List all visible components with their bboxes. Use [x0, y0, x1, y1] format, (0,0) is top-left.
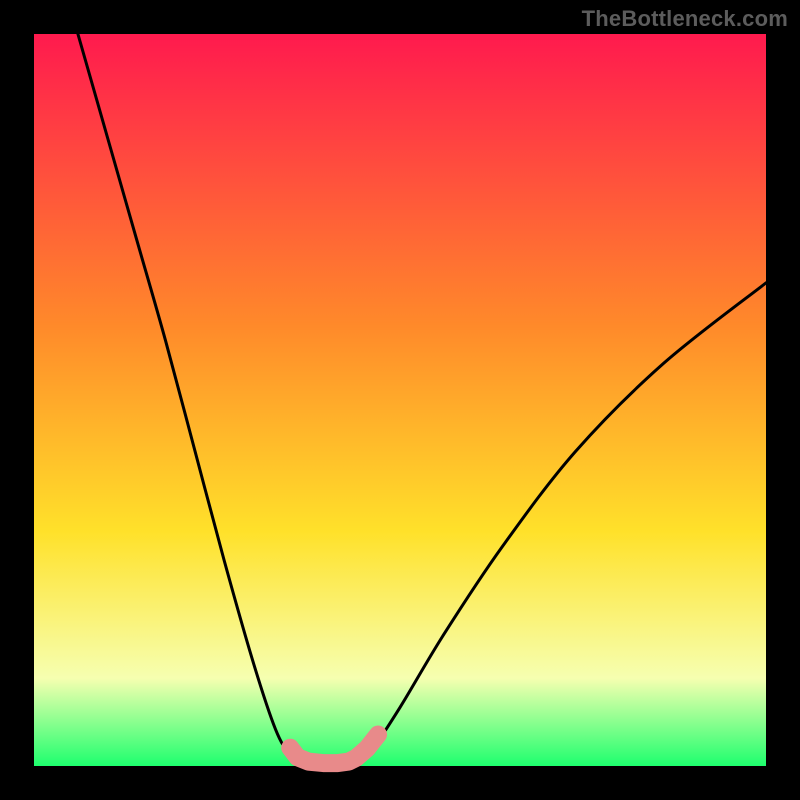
chart-canvas: { "watermark": "TheBottleneck.com", "col…: [0, 0, 800, 800]
plot-svg: [0, 0, 800, 800]
plot-background: [34, 34, 766, 766]
watermark-text: TheBottleneck.com: [582, 6, 788, 32]
